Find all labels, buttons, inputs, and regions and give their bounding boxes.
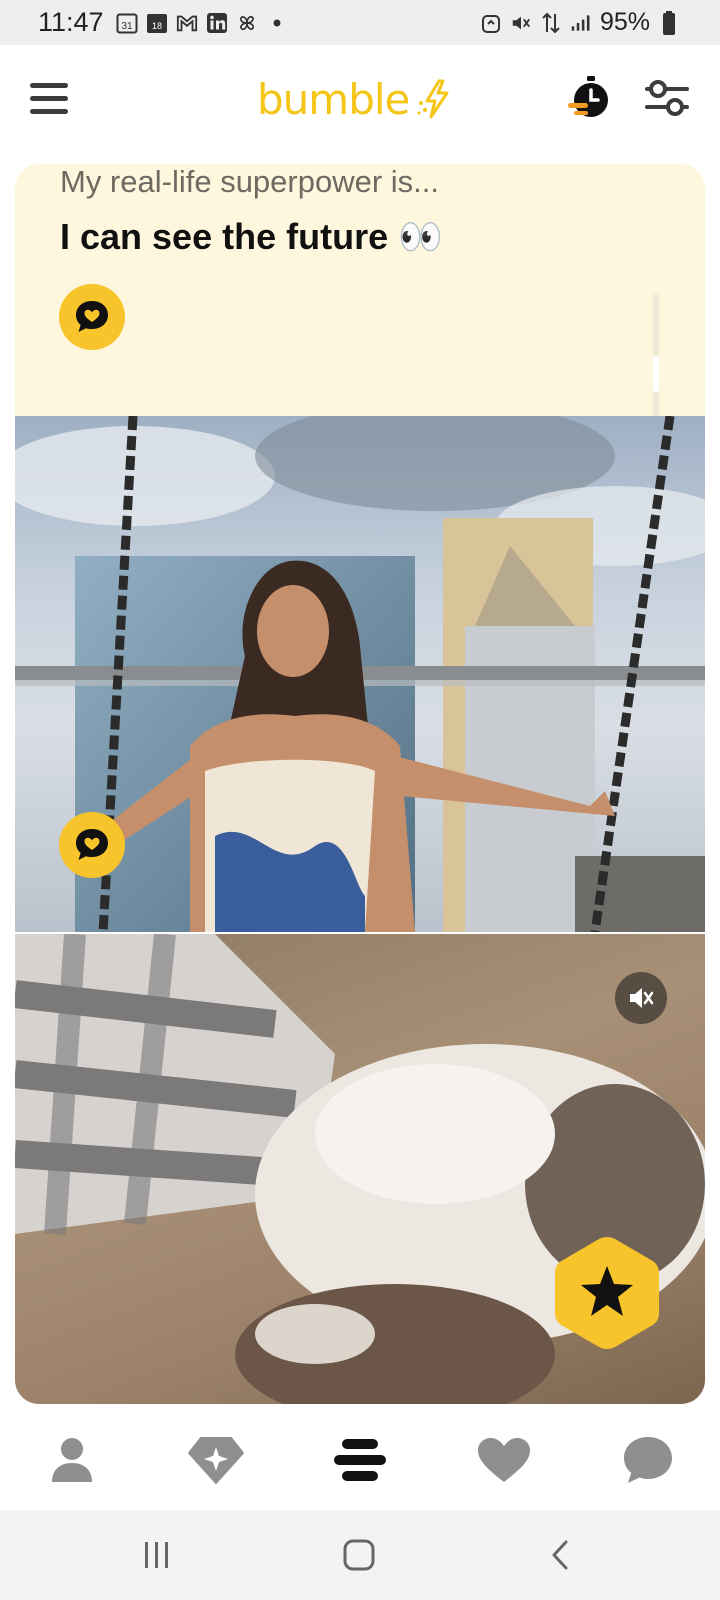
- sparkle-diamond-icon: [188, 1437, 244, 1484]
- bumble-logo: bumble: [257, 73, 455, 125]
- profile-card[interactable]: My real-life superpower is... I can see …: [15, 164, 705, 1404]
- back-icon: [552, 1540, 568, 1570]
- lightning-icon: [417, 79, 449, 119]
- backtrack-timer-button[interactable]: [566, 74, 614, 122]
- nav-liked-you[interactable]: [474, 1430, 534, 1490]
- data-icon: [540, 12, 562, 34]
- status-bar: 11:47 31 18 95%: [0, 0, 720, 45]
- status-system-icons: 95%: [480, 0, 680, 45]
- filters-button[interactable]: [644, 75, 690, 121]
- filter-sliders-icon: [645, 80, 689, 116]
- heart-chat-icon: [76, 301, 108, 332]
- mute-icon: [510, 12, 532, 34]
- profile-video[interactable]: [15, 934, 705, 1404]
- prompt-react-button[interactable]: [59, 284, 125, 350]
- nav-profile[interactable]: [42, 1430, 102, 1490]
- system-navigation-bar: [0, 1510, 720, 1600]
- recent-apps-icon: [145, 1542, 168, 1568]
- photo-react-button[interactable]: [59, 812, 125, 878]
- scrollbar-thumb[interactable]: [653, 356, 659, 392]
- stack-icon: [334, 1439, 386, 1481]
- app-bar: bumble: [0, 45, 720, 155]
- hamburger-menu-icon: [30, 83, 68, 114]
- calendar-18-icon: 18: [146, 12, 168, 34]
- speaker-muted-icon: [630, 988, 654, 1008]
- star-hexagon-icon: [555, 1237, 659, 1349]
- prompt-section: My real-life superpower is... I can see …: [15, 164, 705, 450]
- heart-chat-icon: [76, 829, 108, 860]
- stopwatch-icon: [568, 76, 608, 117]
- prompt-question: My real-life superpower is...: [60, 164, 440, 199]
- nav-discover[interactable]: [186, 1430, 246, 1490]
- nav-chats[interactable]: [618, 1430, 678, 1490]
- pinwheel-icon: [236, 12, 258, 34]
- nfc-icon: [480, 12, 502, 34]
- calendar2-day-text: 18: [152, 21, 162, 31]
- battery-percent: 95%: [599, 8, 650, 36]
- status-time: 11:47: [38, 7, 104, 37]
- back-button[interactable]: [536, 1532, 586, 1578]
- status-notification-icons: 31 18: [116, 12, 288, 34]
- profile-photo: [15, 416, 705, 932]
- signal-icon: [570, 12, 592, 34]
- menu-button[interactable]: [28, 79, 70, 119]
- home-icon: [343, 1539, 375, 1571]
- gmail-icon: [176, 12, 198, 34]
- person-icon: [52, 1438, 92, 1482]
- superswipe-button[interactable]: [551, 1234, 663, 1352]
- recent-apps-button[interactable]: [132, 1532, 182, 1578]
- logo-text: bumble: [257, 74, 410, 124]
- battery-icon: [658, 10, 680, 35]
- calendar-icon: 31: [116, 12, 138, 34]
- dot-icon: [266, 12, 288, 34]
- calendar-day-text: 31: [121, 21, 133, 32]
- linkedin-icon: [206, 12, 228, 34]
- nav-people[interactable]: [330, 1430, 390, 1490]
- chat-bubble-icon: [624, 1437, 672, 1483]
- prompt-answer: I can see the future 👀: [60, 216, 443, 257]
- mute-button[interactable]: [615, 972, 667, 1024]
- home-button[interactable]: [334, 1532, 384, 1578]
- bottom-navigation: [0, 1412, 720, 1508]
- heart-icon: [478, 1438, 530, 1482]
